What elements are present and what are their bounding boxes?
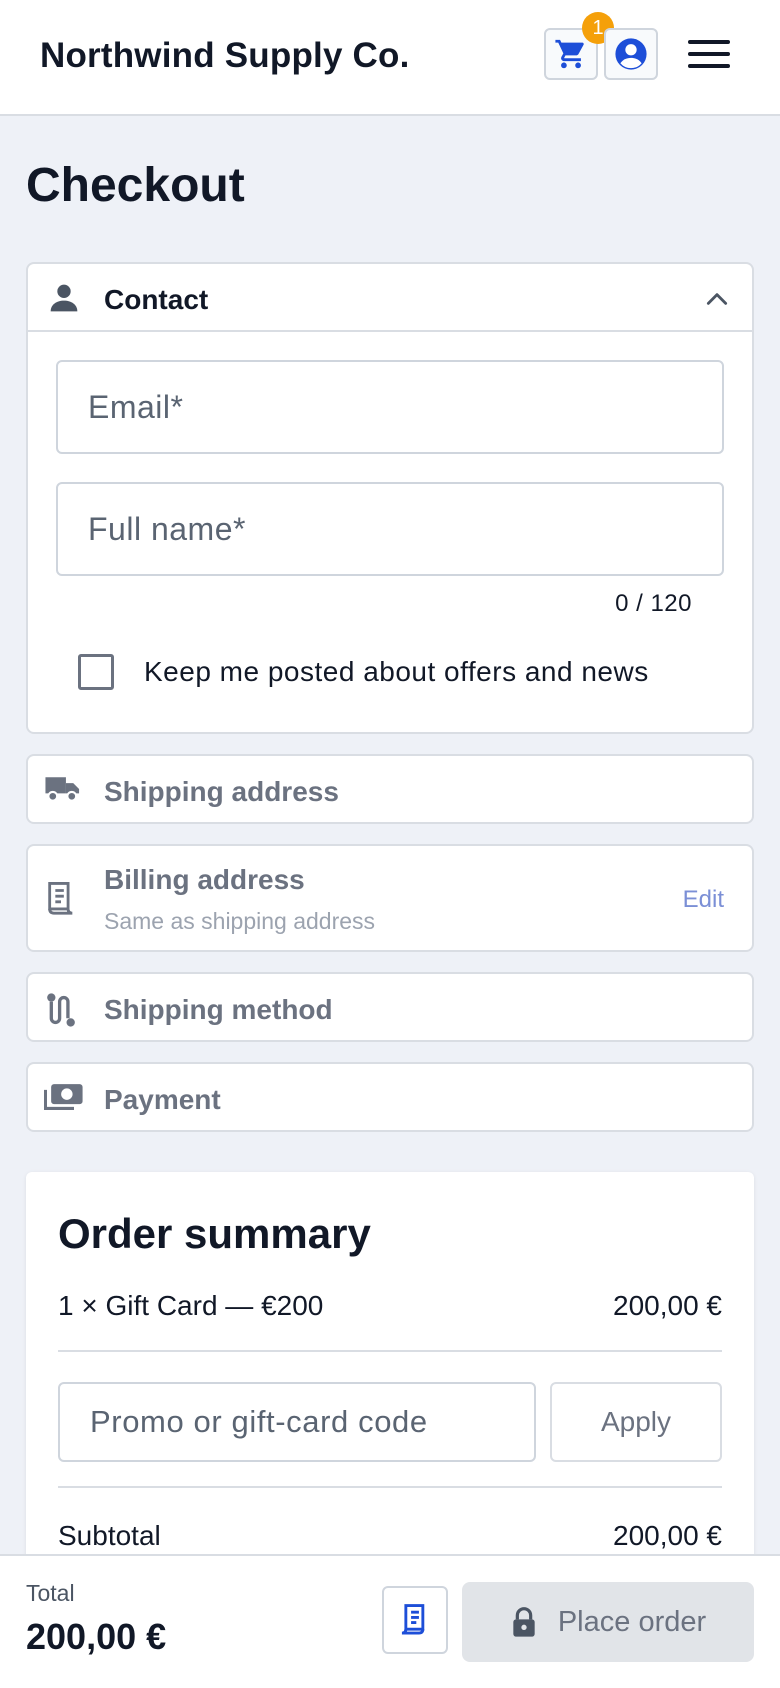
subtotal-value: 200,00 € xyxy=(613,1520,722,1551)
divider xyxy=(58,1486,722,1488)
email-field[interactable] xyxy=(56,360,724,454)
contact-section-title: Contact xyxy=(104,284,209,315)
receipt-icon xyxy=(401,1604,425,1635)
receipt-icon xyxy=(48,882,73,915)
place-order-label: Place order xyxy=(557,1605,707,1638)
shipping-address-section[interactable]: Shipping address xyxy=(26,754,754,824)
payment-section[interactable]: Payment xyxy=(26,1062,754,1132)
order-summary: Order summary 1 × Gift Card — €200 200,0… xyxy=(26,1172,754,1592)
promo-code-input[interactable] xyxy=(58,1382,536,1462)
shipping-address-title: Shipping address xyxy=(104,776,339,807)
money-icon xyxy=(44,1084,83,1110)
line-item-name: 1 × Gift Card — €200 xyxy=(58,1290,324,1321)
account-button[interactable] xyxy=(604,28,658,80)
brand-name[interactable]: Northwind Supply Co. xyxy=(40,36,410,76)
divider xyxy=(58,1350,722,1352)
billing-address-summary: Same as shipping address xyxy=(104,908,376,934)
order-summary-toggle-button[interactable] xyxy=(382,1586,448,1654)
app-header: Northwind Supply Co. 1 xyxy=(0,0,780,116)
apply-promo-button[interactable]: Apply xyxy=(550,1382,722,1462)
newsletter-checkbox[interactable] xyxy=(78,654,114,690)
billing-address-section[interactable]: Billing address Same as shipping address… xyxy=(26,844,754,952)
billing-edit-link[interactable]: Edit xyxy=(683,886,724,914)
place-order-button[interactable]: Place order xyxy=(462,1582,754,1662)
menu-icon[interactable] xyxy=(688,40,730,72)
total-value: 200,00 € xyxy=(26,1616,167,1657)
checkout-bottom-bar: Total 200,00 € Place order xyxy=(0,1554,780,1688)
full-name-field[interactable] xyxy=(56,482,724,576)
page-title: Checkout xyxy=(26,159,245,212)
shipping-method-section[interactable]: Shipping method xyxy=(26,972,754,1042)
order-summary-title: Order summary xyxy=(58,1210,371,1257)
subtotal-label: Subtotal xyxy=(58,1520,161,1551)
route-icon xyxy=(47,993,75,1027)
account-icon xyxy=(615,38,647,70)
person-icon xyxy=(50,284,78,312)
billing-address-title: Billing address xyxy=(104,864,305,895)
truck-icon xyxy=(45,777,80,802)
contact-section-header[interactable]: Contact xyxy=(28,264,752,332)
payment-title: Payment xyxy=(104,1084,221,1115)
shipping-method-title: Shipping method xyxy=(104,994,333,1025)
cart-icon xyxy=(555,39,584,69)
line-item-price: 200,00 € xyxy=(613,1290,722,1321)
total-label: Total xyxy=(26,1580,75,1606)
lock-icon xyxy=(513,1607,535,1637)
newsletter-label[interactable]: Keep me posted about offers and news xyxy=(144,656,649,688)
contact-section: Contact 0 / 120 Keep me posted about off… xyxy=(26,262,754,734)
chevron-up-icon[interactable] xyxy=(704,286,730,312)
name-char-count: 0 / 120 xyxy=(615,590,692,617)
